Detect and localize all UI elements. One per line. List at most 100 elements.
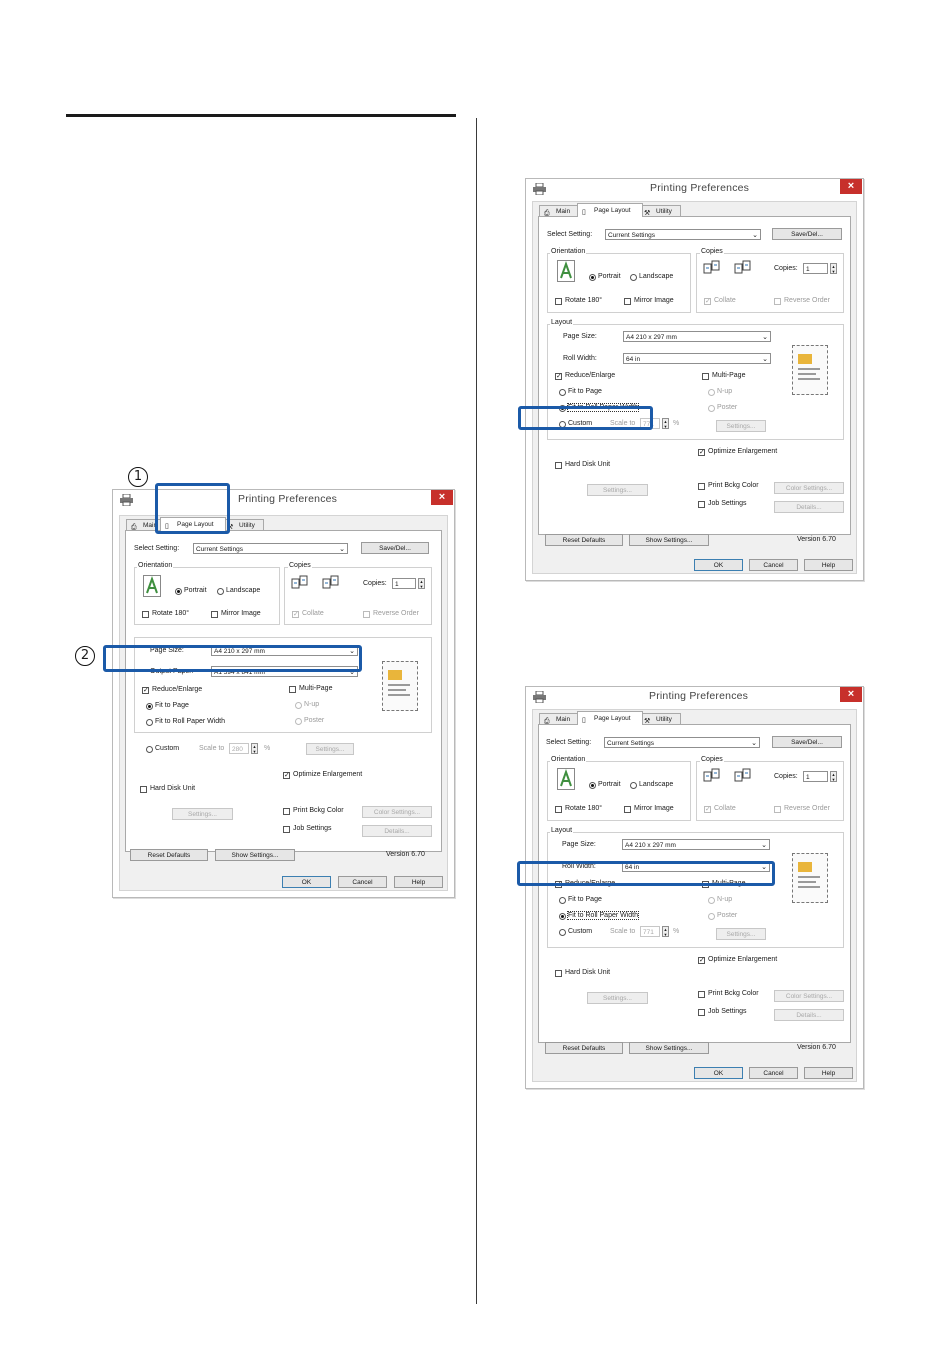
reset-defaults-button[interactable]: Reset Defaults [545, 1042, 623, 1054]
hard-disk-unit-checkbox[interactable] [555, 462, 562, 469]
custom-radio[interactable] [146, 746, 153, 753]
help-button[interactable]: Help [804, 1067, 853, 1079]
collate-checkbox[interactable]: ✓ [292, 611, 299, 618]
roll-width-combo[interactable]: 64 in ⌄ [623, 353, 771, 364]
help-button[interactable]: Help [394, 876, 443, 888]
reverse-order-checkbox[interactable] [774, 806, 781, 813]
multi-page-settings-button[interactable]: Settings... [716, 420, 766, 432]
hard-disk-unit-checkbox[interactable] [555, 970, 562, 977]
rotate180-checkbox[interactable] [555, 806, 562, 813]
job-settings-checkbox[interactable] [283, 826, 290, 833]
select-setting-combo[interactable]: Current Settings ⌄ [193, 543, 348, 554]
details-button[interactable]: Details... [362, 825, 432, 837]
reverse-order-checkbox[interactable] [363, 611, 370, 618]
tab-page-layout[interactable]: ▯ Page Layout [577, 203, 643, 217]
custom-radio[interactable] [559, 929, 566, 936]
select-setting-combo[interactable]: Current Settings ⌄ [604, 737, 760, 748]
multi-page-checkbox[interactable] [289, 686, 296, 693]
tab-page-layout[interactable]: ▯ Page Layout [160, 517, 226, 531]
fit-to-page-radio[interactable] [559, 897, 566, 904]
multi-page-settings-button[interactable]: Settings... [306, 743, 354, 755]
n-up-radio[interactable] [708, 389, 715, 396]
ok-button[interactable]: OK [694, 1067, 743, 1079]
select-setting-combo[interactable]: Current Settings ⌄ [605, 229, 761, 240]
close-button[interactable]: × [431, 490, 453, 505]
hard-disk-settings-button[interactable]: Settings... [587, 484, 648, 496]
poster-radio[interactable] [295, 718, 302, 725]
multi-page-checkbox[interactable] [702, 373, 709, 380]
rotate180-checkbox[interactable] [555, 298, 562, 305]
hard-disk-unit-checkbox[interactable] [140, 786, 147, 793]
ok-button[interactable]: OK [694, 559, 743, 571]
hard-disk-settings-button[interactable]: Settings... [587, 992, 648, 1004]
tab-page-layout[interactable]: ▯ Page Layout [577, 711, 643, 725]
poster-radio[interactable] [708, 913, 715, 920]
poster-radio[interactable] [708, 405, 715, 412]
copies-input[interactable]: 1 [392, 578, 416, 589]
n-up-radio[interactable] [295, 702, 302, 709]
scale-spinner[interactable]: ▲ ▼ [662, 418, 669, 429]
rotate180-checkbox[interactable] [142, 611, 149, 618]
n-up-radio[interactable] [708, 897, 715, 904]
help-button[interactable]: Help [804, 559, 853, 571]
fit-to-roll-radio[interactable] [559, 913, 566, 920]
multi-page-settings-button[interactable]: Settings... [716, 928, 766, 940]
details-button[interactable]: Details... [774, 1009, 844, 1021]
mirror-image-checkbox[interactable] [624, 806, 631, 813]
optimize-enlargement-checkbox[interactable]: ✓ [698, 449, 705, 456]
collate-checkbox[interactable]: ✓ [704, 298, 711, 305]
portrait-radio[interactable] [589, 274, 596, 281]
optimize-enlargement-checkbox[interactable]: ✓ [283, 772, 290, 779]
scale-input[interactable]: 771 [640, 926, 660, 937]
cancel-button[interactable]: Cancel [338, 876, 387, 888]
fit-to-roll-radio[interactable] [146, 719, 153, 726]
print-bckg-color-checkbox[interactable] [283, 808, 290, 815]
save-del-button[interactable]: Save/Del... [772, 736, 842, 748]
copies-input[interactable]: 1 [803, 263, 828, 274]
print-bckg-color-checkbox[interactable] [698, 483, 705, 490]
show-settings-button[interactable]: Show Settings... [629, 534, 709, 546]
save-del-button[interactable]: Save/Del... [772, 228, 842, 240]
landscape-radio[interactable] [630, 782, 637, 789]
color-settings-button[interactable]: Color Settings... [774, 482, 844, 494]
scale-spinner[interactable]: ▲ ▼ [251, 743, 258, 754]
mirror-image-checkbox[interactable] [211, 611, 218, 618]
copies-input[interactable]: 1 [803, 771, 828, 782]
cancel-button[interactable]: Cancel [749, 559, 798, 571]
show-settings-button[interactable]: Show Settings... [215, 849, 295, 861]
cancel-button[interactable]: Cancel [749, 1067, 798, 1079]
reset-defaults-button[interactable]: Reset Defaults [130, 849, 208, 861]
portrait-radio[interactable] [589, 782, 596, 789]
copies-spinner[interactable]: ▲ ▼ [830, 263, 837, 274]
page-size-combo[interactable]: A4 210 x 297 mm ⌄ [623, 331, 771, 342]
portrait-radio[interactable] [175, 588, 182, 595]
close-button[interactable]: × [840, 179, 862, 194]
mirror-image-checkbox[interactable] [624, 298, 631, 305]
copies-spinner[interactable]: ▲ ▼ [418, 578, 425, 589]
reduce-enlarge-checkbox[interactable]: ✓ [142, 687, 149, 694]
job-settings-checkbox[interactable] [698, 1009, 705, 1016]
scale-spinner[interactable]: ▲ ▼ [662, 926, 669, 937]
close-button[interactable]: × [840, 687, 862, 702]
landscape-radio[interactable] [630, 274, 637, 281]
color-settings-button[interactable]: Color Settings... [774, 990, 844, 1002]
page-size-combo[interactable]: A4 210 x 297 mm ⌄ [622, 839, 770, 850]
optimize-enlargement-checkbox[interactable]: ✓ [698, 957, 705, 964]
job-settings-checkbox[interactable] [698, 501, 705, 508]
scale-input[interactable]: 280 [229, 743, 249, 754]
fit-to-page-radio[interactable] [146, 703, 153, 710]
collate-checkbox[interactable]: ✓ [704, 806, 711, 813]
ok-button[interactable]: OK [282, 876, 331, 888]
print-bckg-color-checkbox[interactable] [698, 991, 705, 998]
color-settings-button[interactable]: Color Settings... [362, 806, 432, 818]
reverse-order-checkbox[interactable] [774, 298, 781, 305]
fit-to-page-radio[interactable] [559, 389, 566, 396]
copies-spinner[interactable]: ▲ ▼ [830, 771, 837, 782]
hard-disk-settings-button[interactable]: Settings... [172, 808, 233, 820]
reduce-enlarge-checkbox[interactable]: ✓ [555, 373, 562, 380]
details-button[interactable]: Details... [774, 501, 844, 513]
landscape-radio[interactable] [217, 588, 224, 595]
show-settings-button[interactable]: Show Settings... [629, 1042, 709, 1054]
reset-defaults-button[interactable]: Reset Defaults [545, 534, 623, 546]
save-del-button[interactable]: Save/Del... [361, 542, 429, 554]
